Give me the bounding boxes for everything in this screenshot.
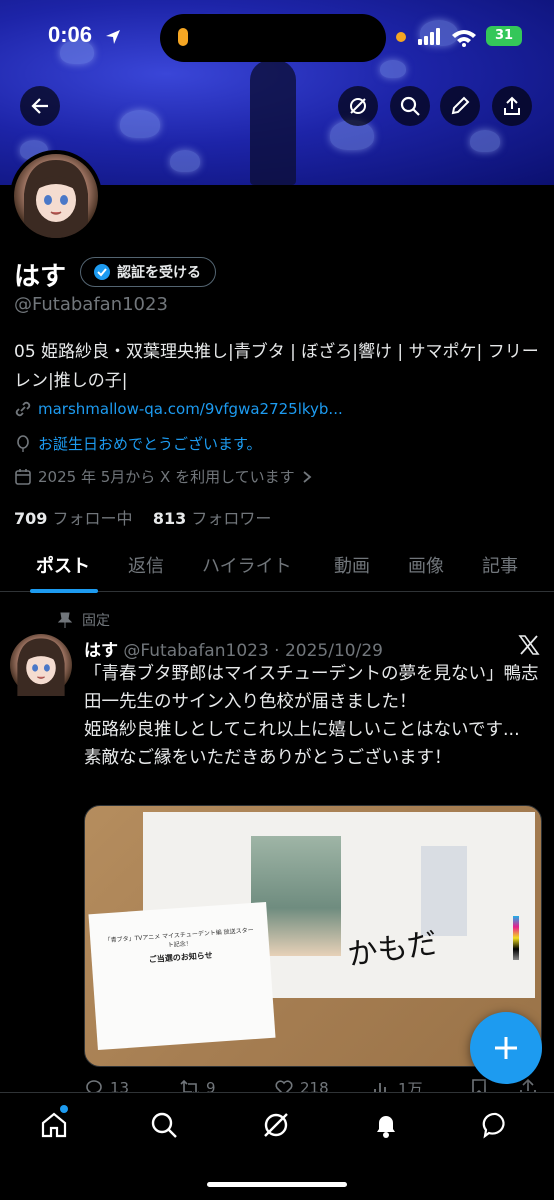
get-verified-button[interactable]: 認証を受ける <box>80 257 216 287</box>
home-unread-dot <box>60 1105 68 1113</box>
back-button[interactable] <box>20 86 60 126</box>
signal-wifi-icon <box>418 28 476 47</box>
verified-badge-icon <box>94 264 110 280</box>
share-button[interactable] <box>492 86 532 126</box>
active-tab-indicator <box>30 589 98 593</box>
profile-joined-row[interactable]: 2025 年 5月から X を利用しています <box>14 466 313 487</box>
nav-grok[interactable] <box>260 1109 292 1141</box>
color-calibration-strip <box>513 916 519 960</box>
home-icon <box>41 1112 67 1138</box>
tab-images[interactable]: 画像 <box>408 552 444 578</box>
post-text: 「青春ブタ野郎はマイスチューデントの夢を見ない」鴨志田一先生のサイン入り色校が届… <box>84 664 539 768</box>
nav-messages[interactable] <box>480 1109 512 1141</box>
joined-text: 2025 年 5月から X を利用しています <box>38 468 295 486</box>
notification-card: 「青ブタ」TVアニメ マイスチューデント編 放送スタート記念！ ご当選のお知らせ <box>88 901 276 1051</box>
tab-videos[interactable]: 動画 <box>334 552 370 578</box>
following-count: 709 <box>14 509 48 528</box>
followers-label: フォロワー <box>191 509 272 528</box>
x-logo-icon <box>518 635 540 655</box>
post-author-name[interactable]: はす <box>84 641 118 661</box>
location-arrow-icon <box>106 30 120 44</box>
post-image[interactable]: かもだ 「青ブタ」TVアニメ マイスチューデント編 放送スタート記念！ ご当選の… <box>84 805 542 1067</box>
profile-handle: @Futabafan1023 <box>14 294 168 315</box>
followers-count: 813 <box>152 509 187 528</box>
share-icon <box>504 96 520 115</box>
pin-icon <box>58 612 72 628</box>
post-meta: @Futabafan1023 · 2025/10/29 <box>123 641 383 661</box>
profile-name: はす <box>14 262 67 292</box>
avatar-illustration <box>17 638 65 696</box>
battery-indicator: 31 <box>486 26 522 46</box>
back-arrow-icon <box>31 98 48 114</box>
calendar-icon <box>15 468 31 485</box>
tab-replies[interactable]: 返信 <box>128 552 164 578</box>
profile-avatar[interactable] <box>10 150 102 242</box>
tab-posts[interactable]: ポスト <box>36 552 90 578</box>
search-button[interactable] <box>390 86 430 126</box>
status-time: 0:06 <box>48 22 93 47</box>
following-label: フォロー中 <box>52 509 133 528</box>
profile-birthday-row: お誕生日おめでとうございます。 <box>14 433 262 454</box>
get-verified-label: 認証を受ける <box>117 265 201 281</box>
home-indicator <box>207 1182 347 1187</box>
edit-button[interactable] <box>440 86 480 126</box>
tab-articles[interactable]: 記事 <box>482 552 518 578</box>
profile-bio: 05 姫路紗良・双葉理央推し|青ブタ | ぼざろ|響け | サマポケ| フリーレ… <box>14 342 539 391</box>
post-avatar[interactable] <box>10 634 72 696</box>
follow-stats: 709 フォロー中 813 フォロワー <box>14 505 271 529</box>
nav-home[interactable] <box>38 1109 70 1141</box>
avatar-illustration <box>24 160 88 238</box>
chevron-right-icon <box>303 470 312 483</box>
following-link[interactable]: 709 フォロー中 <box>14 509 133 528</box>
pinned-label: 固定 <box>82 613 110 629</box>
post-header: はす @Futabafan1023 · 2025/10/29 <box>84 636 383 661</box>
link-icon <box>15 401 31 417</box>
balloon-icon <box>17 434 29 452</box>
nav-search[interactable] <box>148 1109 180 1141</box>
grok-icon <box>264 1113 288 1137</box>
pinned-indicator: 固定 <box>58 610 110 630</box>
microphone-indicator-icon <box>178 28 188 46</box>
notifications-icon <box>377 1116 395 1138</box>
grok-icon <box>350 98 366 114</box>
followers-link[interactable]: 813 フォロワー <box>153 509 272 528</box>
search-icon <box>151 1112 177 1138</box>
grok-button[interactable] <box>338 86 378 126</box>
profile-tabs: ポスト 返信 ハイライト 動画 画像 記事 <box>0 540 554 593</box>
messages-icon <box>482 1112 505 1139</box>
privacy-dot-icon <box>396 32 406 42</box>
dynamic-island <box>160 14 386 62</box>
compose-plus-icon <box>495 1037 517 1059</box>
banner-silhouette <box>250 60 296 185</box>
nav-notifications[interactable] <box>370 1109 402 1141</box>
birthday-text: お誕生日おめでとうございます。 <box>38 435 262 453</box>
profile-link-row[interactable]: marshmallow-qa.com/9vfgwa2725lkyb... <box>14 400 343 418</box>
profile-link[interactable]: marshmallow-qa.com/9vfgwa2725lkyb... <box>38 400 343 418</box>
status-bar: 0:06 31 <box>0 0 554 76</box>
search-icon <box>400 96 420 116</box>
edit-icon <box>451 96 470 115</box>
compose-button[interactable] <box>470 1012 542 1084</box>
tab-highlights[interactable]: ハイライト <box>202 552 292 578</box>
